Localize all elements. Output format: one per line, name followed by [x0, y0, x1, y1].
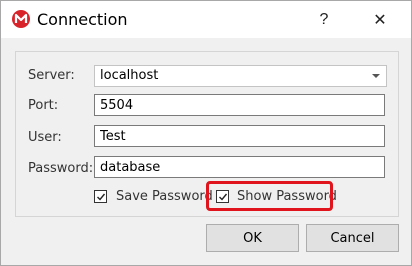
- user-label: User:: [28, 130, 62, 145]
- show-password-highlight: [206, 181, 333, 211]
- connection-dialog: Connection ? ✕ Server: localhost Port: U…: [0, 0, 412, 266]
- ok-button[interactable]: OK: [206, 224, 299, 252]
- server-value: localhost: [100, 68, 159, 83]
- password-label: Password:: [28, 161, 94, 176]
- save-password-checkbox[interactable]: [94, 190, 107, 203]
- cancel-button[interactable]: Cancel: [306, 224, 399, 252]
- password-input[interactable]: [94, 156, 385, 178]
- checkmark-icon: [97, 193, 106, 201]
- server-label: Server:: [28, 68, 75, 83]
- title-bar: Connection ? ✕: [1, 1, 411, 38]
- window-title: Connection: [37, 10, 128, 29]
- help-button[interactable]: ?: [301, 1, 347, 38]
- close-icon: ✕: [373, 11, 387, 29]
- app-logo-icon: [12, 10, 30, 28]
- save-password-label[interactable]: Save Password: [116, 189, 213, 204]
- port-input[interactable]: [94, 94, 385, 116]
- help-icon: ?: [319, 10, 329, 28]
- user-input[interactable]: [94, 125, 385, 147]
- close-button[interactable]: ✕: [357, 1, 403, 38]
- port-label: Port:: [28, 98, 59, 113]
- server-combobox[interactable]: localhost: [94, 65, 387, 87]
- chevron-down-icon[interactable]: [372, 74, 380, 78]
